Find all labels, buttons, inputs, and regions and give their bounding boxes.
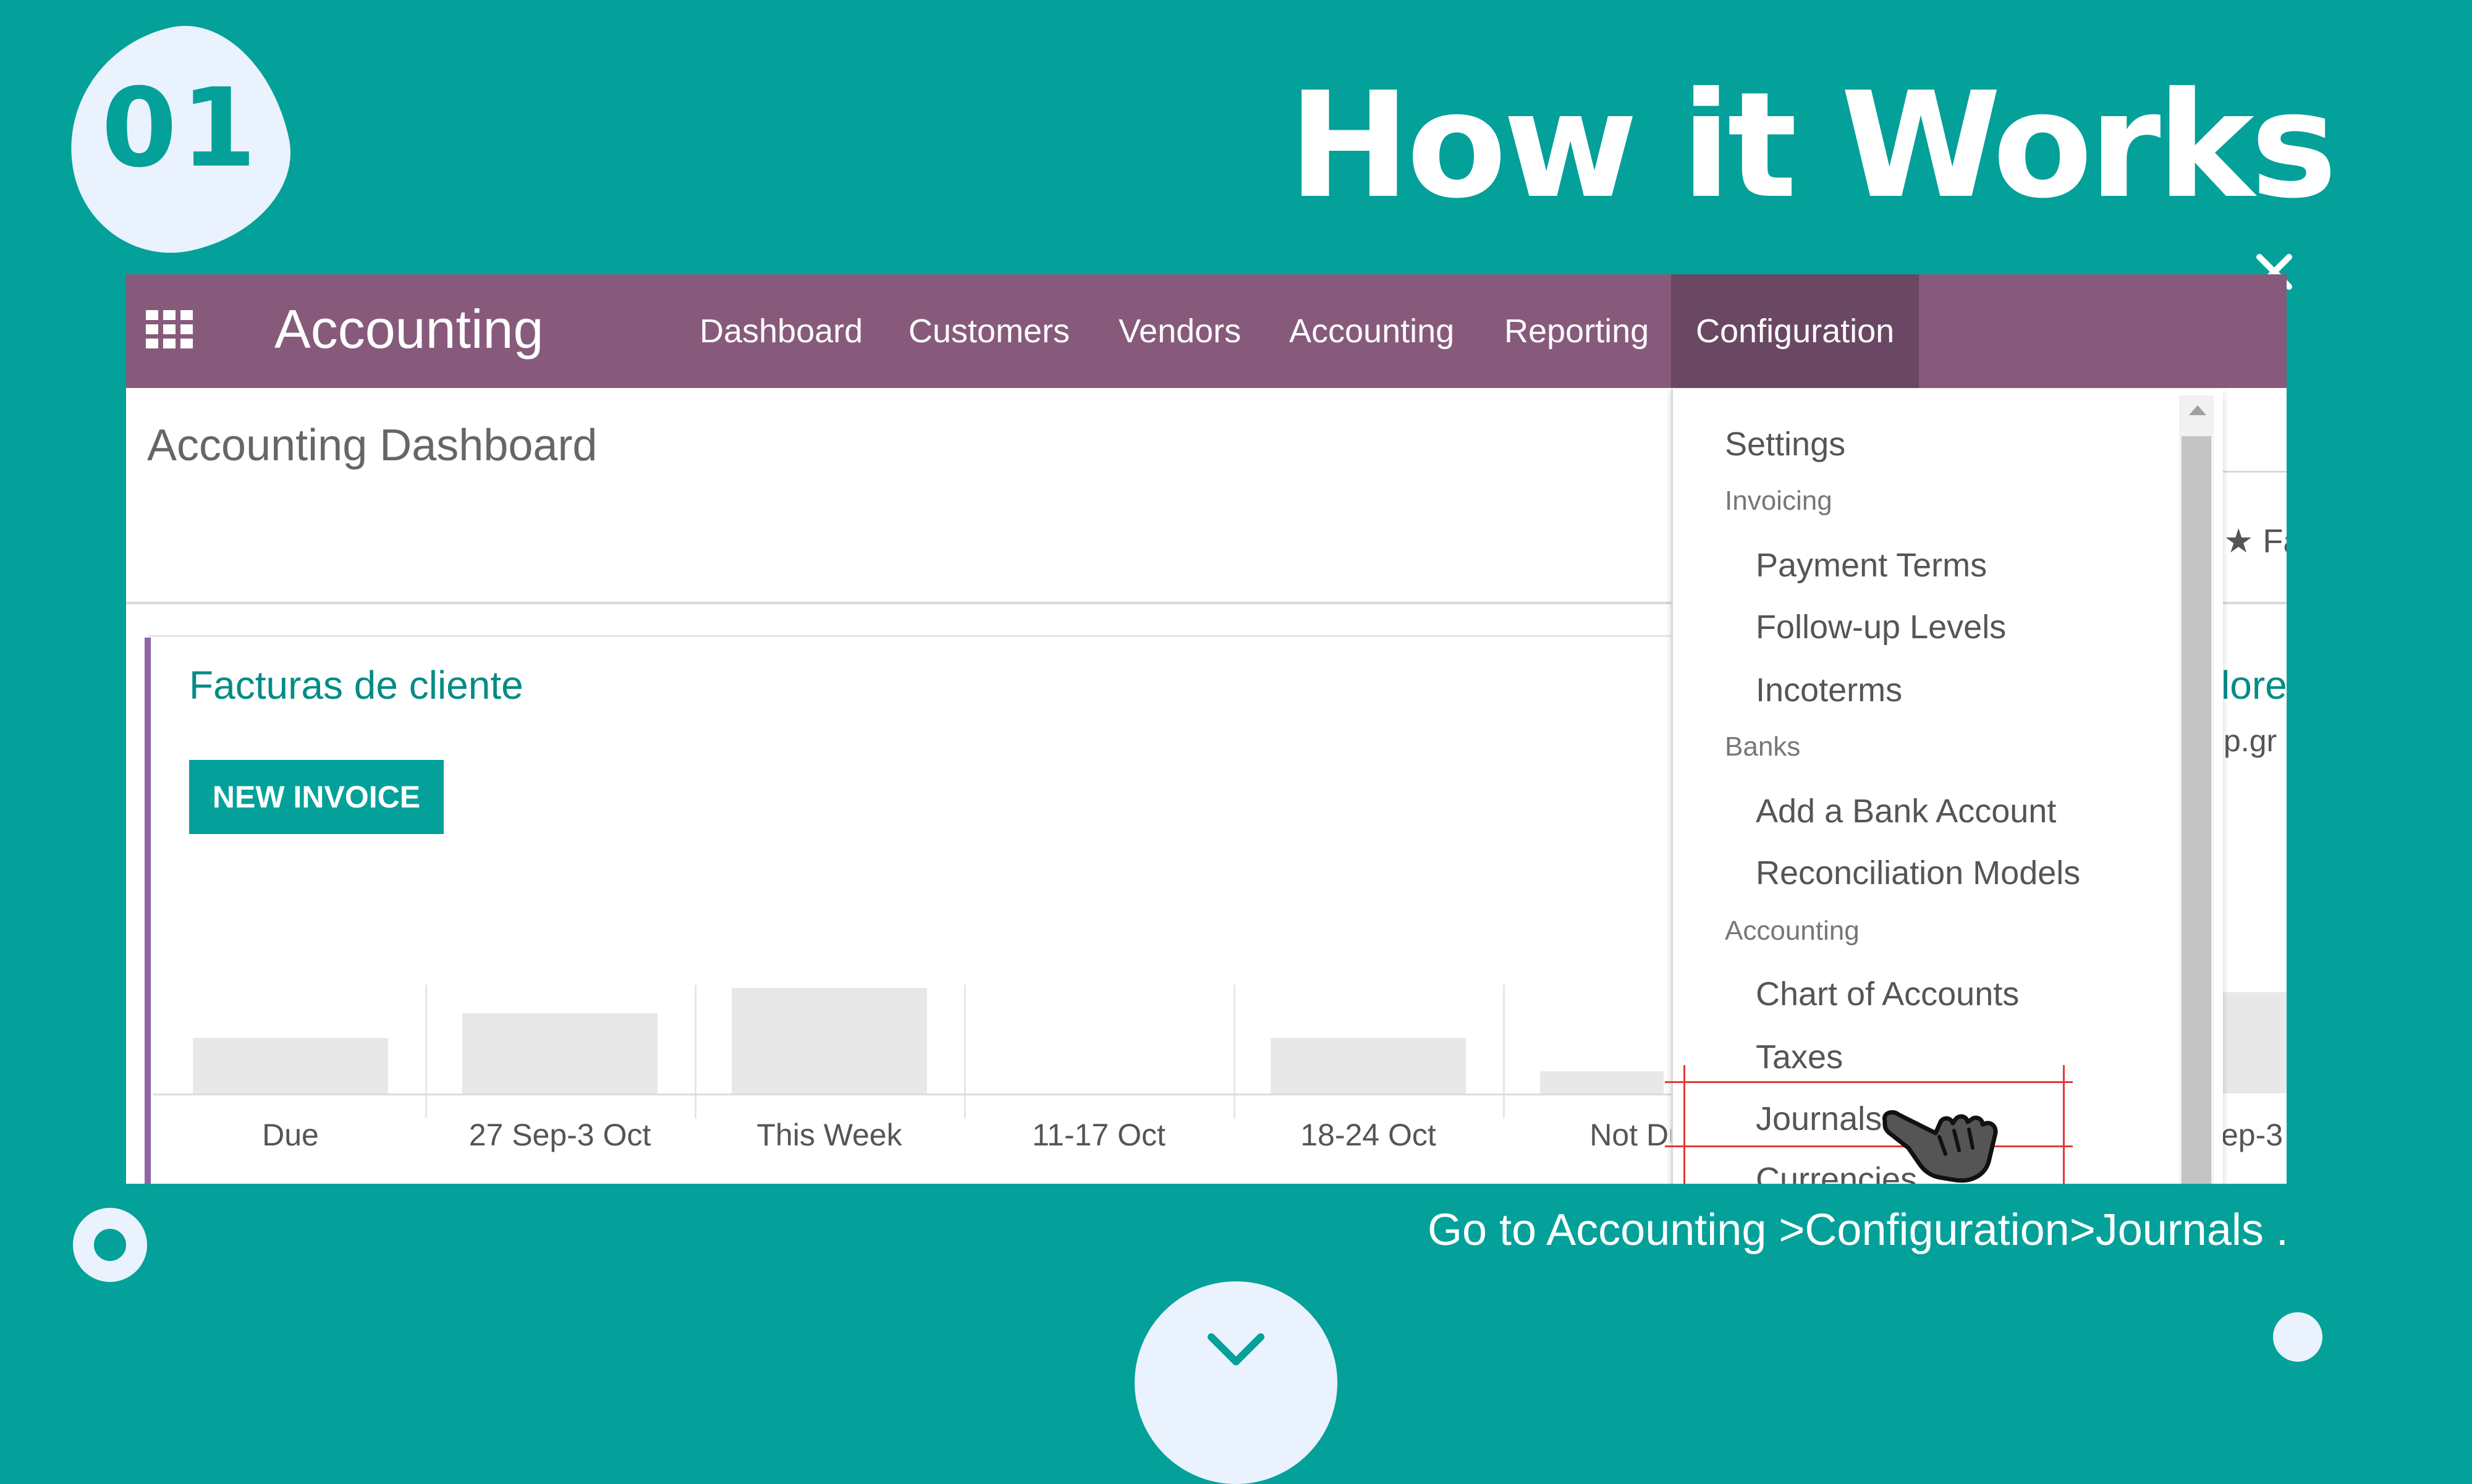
nav-dashboard[interactable]: Dashboard [700,274,863,388]
menu-incoterms[interactable]: Incoterms [1756,671,1902,709]
chart-bar[interactable] [1540,1071,1664,1094]
menu-taxes[interactable]: Taxes [1756,1038,1843,1076]
chart-column-separator [695,985,696,1118]
chart-x-label: 18-24 Oct [1300,1118,1436,1152]
hand-pointer-icon [1882,1110,1998,1183]
menu-chart-of-accounts[interactable]: Chart of Accounts [1756,975,2019,1013]
chart-bar[interactable] [462,1013,658,1094]
dot-decoration [2273,1312,2322,1362]
second-card-axis-label: ep-3 ( [2221,1118,2287,1152]
highlight-line-top [1665,1081,2073,1083]
chart-column-separator [964,985,966,1118]
odoo-screenshot: Accounting Dashboard Customers Vendors A… [126,274,2287,1184]
nav-vendors[interactable]: Vendors [1119,274,1241,388]
chart-bar[interactable] [1271,1038,1466,1094]
highlight-line-left [1683,1065,1685,1184]
menu-header-accounting: Accounting [1725,916,1860,946]
chart-x-label: This Week [756,1118,902,1152]
nav-accounting[interactable]: Accounting [1289,274,1454,388]
chevron-down-icon[interactable] [1205,1328,1267,1372]
second-card-bar [2221,992,2287,1094]
chart-bar[interactable] [732,988,927,1094]
menu-header-banks: Banks [1725,731,1801,762]
highlight-line-bottom [1665,1145,2073,1147]
scroll-up-arrow-icon[interactable] [2189,405,2206,415]
menu-journals[interactable]: Journals [1756,1100,1882,1138]
card-accent [145,638,151,1184]
new-invoice-button[interactable]: NEW INVOICE [189,760,444,834]
menu-settings[interactable]: Settings [1725,425,1845,463]
second-card-subtitle: p.gr [2224,723,2277,758]
dropdown-scroll-thumb[interactable] [2182,436,2211,1184]
top-navbar: Accounting Dashboard Customers Vendors A… [126,274,2287,388]
menu-followup-levels[interactable]: Follow-up Levels [1756,608,2006,646]
nav-customers[interactable]: Customers [908,274,1070,388]
instruction-caption: Go to Accounting >Configuration>Journals… [1428,1205,2288,1255]
card-title[interactable]: Facturas de cliente [189,662,523,708]
second-card-title[interactable]: lore [2221,662,2287,708]
chart-column-separator [425,985,427,1118]
page-title: Accounting Dashboard [147,421,598,470]
app-brand[interactable]: Accounting [274,297,543,362]
chart-column-separator [1234,985,1235,1118]
step-number: 01 [101,65,260,192]
menu-add-bank-account[interactable]: Add a Bank Account [1756,792,2056,830]
favorites-star-icon[interactable]: ★ Fa [2224,521,2287,560]
menu-payment-terms[interactable]: Payment Terms [1756,546,1987,584]
chart-x-label: 11-17 Oct [1032,1118,1166,1152]
chart-bar[interactable] [193,1038,388,1094]
search-underline [2221,471,2287,473]
chart-x-label: 27 Sep-3 Oct [468,1118,651,1152]
favorites-label: Fa [2262,523,2287,560]
slide-title: How it Works [1288,61,2337,230]
nav-reporting[interactable]: Reporting [1504,274,1649,388]
configuration-dropdown: Settings Invoicing Payment Terms Follow-… [1671,389,2223,1184]
apps-grid-icon[interactable] [146,310,193,348]
menu-header-invoicing: Invoicing [1725,486,1832,516]
chart-baseline [153,1094,1680,1095]
chart-column-separator [1503,985,1505,1118]
next-button[interactable] [1135,1281,1337,1484]
chart-x-label: Due [262,1118,319,1152]
highlight-line-right [2063,1065,2065,1184]
nav-configuration[interactable]: Configuration [1671,274,1920,388]
ring-decoration [73,1208,147,1282]
card-border [148,635,1693,637]
menu-reconciliation-models[interactable]: Reconciliation Models [1756,854,2080,892]
